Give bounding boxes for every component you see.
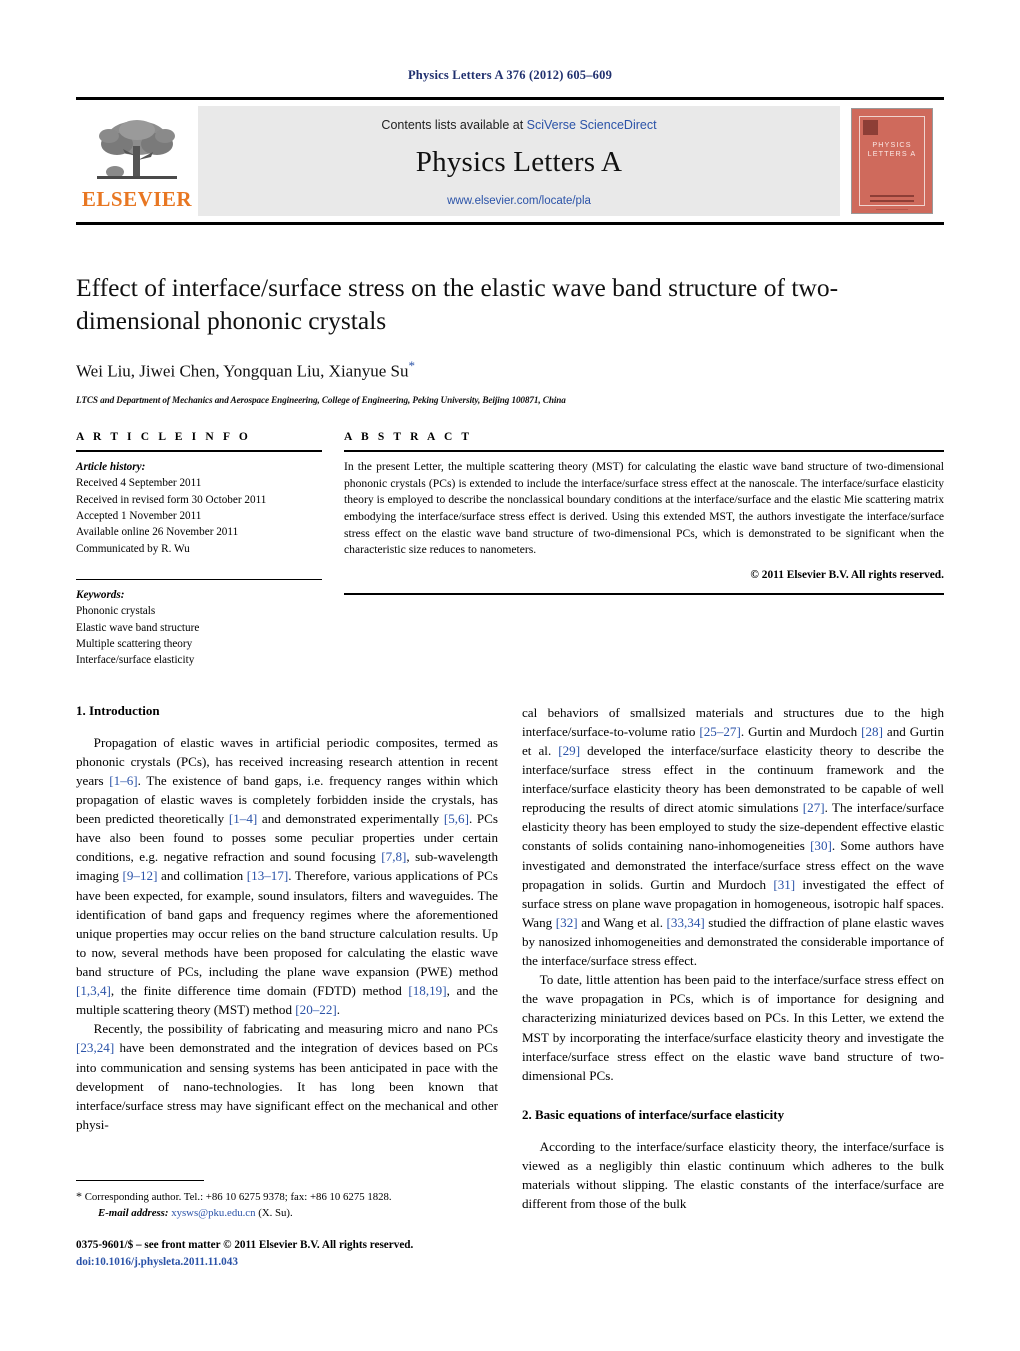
paragraph: cal behaviors of smallsized materials an… [522,703,944,971]
article-history: Article history: Received 4 September 20… [76,459,322,557]
citation-ref[interactable]: [5,6] [444,811,469,826]
email-note: E-mail address: xysws@pku.edu.cn (X. Su)… [76,1206,498,1222]
paragraph: Recently, the possibility of fabricating… [76,1019,498,1134]
divider [76,579,322,580]
body-columns: 1. Introduction Propagation of elastic w… [76,703,944,1214]
citation-ref[interactable]: [31] [773,877,795,892]
text-run: . [336,1002,341,1018]
footnote-divider [76,1180,204,1181]
citation-ref[interactable]: [20–22] [295,1002,336,1017]
keyword-item: Elastic wave band structure [76,621,200,634]
cover-rule-3 [876,209,908,210]
running-head: Physics Letters A 376 (2012) 605–609 [407,68,613,82]
doi-link[interactable]: doi:10.1016/j.physleta.2011.11.043 [76,1254,498,1271]
journal-homepage-link[interactable]: www.elsevier.com/locate/pla [447,195,591,207]
issn-copyright-block: 0375-9601/$ – see front matter © 2011 El… [76,1237,498,1271]
journal-masthead: ELSEVIER Contents lists available at Sci… [76,97,944,225]
citation-ref[interactable]: [27] [803,800,825,815]
page-title: Effect of interface/surface stress on th… [76,273,839,336]
affiliation: LTCS and Department of Mechanics and Aer… [76,394,566,405]
email-owner: (X. Su). [258,1206,293,1219]
elsevier-wordmark: ELSEVIER [81,187,193,211]
body-column-left: 1. Introduction Propagation of elastic w… [76,703,498,1214]
citation-ref[interactable]: [23,24] [76,1040,114,1055]
citation-ref[interactable]: [1,3,4] [76,983,111,998]
keywords-list: Keywords: Phononic crystals Elastic wave… [76,587,322,669]
history-item: Available online 26 November 2011 [76,526,239,539]
contents-prefix: Contents lists available at [381,117,527,132]
paragraph: To date, little attention has been paid … [522,972,944,1083]
section-heading-introduction: 1. Introduction [76,702,160,718]
citation-ref[interactable]: [13–17] [247,868,288,883]
abstract-text: In the present Letter, the multiple scat… [344,459,944,557]
info-abstract-row: A R T I C L E I N F O Article history: R… [76,431,944,669]
divider [344,593,944,596]
citation-ref[interactable]: [1–4] [229,811,257,826]
citation-ref[interactable]: [7,8] [381,849,406,864]
citation-ref[interactable]: [33,34] [667,915,705,930]
keyword-item: Interface/surface elasticity [76,654,195,667]
history-item: Received 4 September 2011 [76,477,202,490]
abstract-heading: A B S T R A C T [344,430,473,443]
text-run: . Therefore, various applications of PCs… [76,868,498,980]
author-list: Wei Liu, Jiwei Chen, Yongquan Liu, Xiany… [76,358,944,382]
cover-badge-icon [863,120,878,135]
citation-ref[interactable]: [18,19] [408,983,446,998]
asterisk-icon: * [76,1189,82,1203]
text-run: have been demonstrated and the integrati… [76,1040,498,1132]
cover-rule-1 [870,195,914,197]
journal-cover-container: PHYSICS LETTERS A [840,100,944,222]
email-link[interactable]: xysws@pku.edu.cn [171,1207,255,1219]
divider [344,449,944,452]
text-run: and Wang et al. [577,914,667,930]
history-item: Accepted 1 November 2011 [76,509,202,522]
text-run: . Gurtin and Murdoch [740,723,862,739]
cover-rule-2 [870,200,914,202]
citation-ref[interactable]: [30] [810,838,832,853]
text-run: and collimation [157,868,247,884]
article-info-column: A R T I C L E I N F O Article history: R… [76,431,322,669]
paragraph: According to the interface/surface elast… [522,1138,944,1212]
contents-available-line: Contents lists available at SciVerse Sci… [381,118,656,132]
footnote-area: * Corresponding author. Tel.: +86 10 627… [76,1180,498,1271]
keyword-item: Phononic crystals [76,605,156,618]
abstract-copyright: © 2011 Elsevier B.V. All rights reserved… [750,569,944,582]
citation-ref[interactable]: [29] [558,743,580,758]
article-history-label: Article history: [76,460,146,473]
corresponding-author-text: Corresponding author. Tel.: +86 10 6275 … [84,1191,392,1203]
corresponding-author-marker: * [408,358,415,374]
elsevier-logo: ELSEVIER [76,100,198,222]
citation-ref[interactable]: [32] [556,915,578,930]
paper-page: Physics Letters A 376 (2012) 605–609 ELS… [0,0,1020,1351]
email-label: E-mail address: [98,1206,169,1219]
article-info-heading: A R T I C L E I N F O [76,430,251,443]
keywords-block: Keywords: Phononic crystals Elastic wave… [76,579,322,669]
title-block: Effect of interface/surface stress on th… [76,271,944,405]
citation-ref[interactable]: [28] [861,724,883,739]
keywords-label: Keywords: [76,589,125,601]
text-run: , the finite difference time domain (FDT… [110,983,409,999]
body-column-right: cal behaviors of smallsized materials an… [522,703,944,1214]
history-item: Communicated by R. Wu [76,542,190,555]
text-run: Recently, the possibility of fabricating… [93,1021,498,1037]
elsevier-tree-icon [97,120,177,179]
journal-title: Physics Letters A [415,145,623,178]
citation-ref[interactable]: [25–27] [699,724,740,739]
masthead-center: Contents lists available at SciVerse Sci… [198,106,840,216]
journal-cover-thumbnail: PHYSICS LETTERS A [851,108,933,214]
corresponding-author-note: * Corresponding author. Tel.: +86 10 627… [76,1188,498,1206]
text-run: and demonstrated experimentally [257,811,444,827]
citation-ref[interactable]: [1–6] [109,773,137,788]
sciencedirect-link[interactable]: SciVerse ScienceDirect [527,118,657,132]
section-heading-basic-equations: 2. Basic equations of interface/surface … [522,1106,785,1122]
cover-journal-title: PHYSICS LETTERS A [867,140,917,158]
keyword-item: Multiple scattering theory [76,638,193,651]
issn-line: 0375-9601/$ – see front matter © 2011 El… [76,1239,414,1252]
author-names: Wei Liu, Jiwei Chen, Yongquan Liu, Xiany… [76,361,409,381]
divider [76,449,322,452]
history-item: Received in revised form 30 October 2011 [76,493,267,506]
citation-ref[interactable]: [9–12] [123,868,158,883]
abstract-column: A B S T R A C T In the present Letter, t… [344,431,944,669]
paragraph: Propagation of elastic waves in artifici… [76,733,498,1020]
